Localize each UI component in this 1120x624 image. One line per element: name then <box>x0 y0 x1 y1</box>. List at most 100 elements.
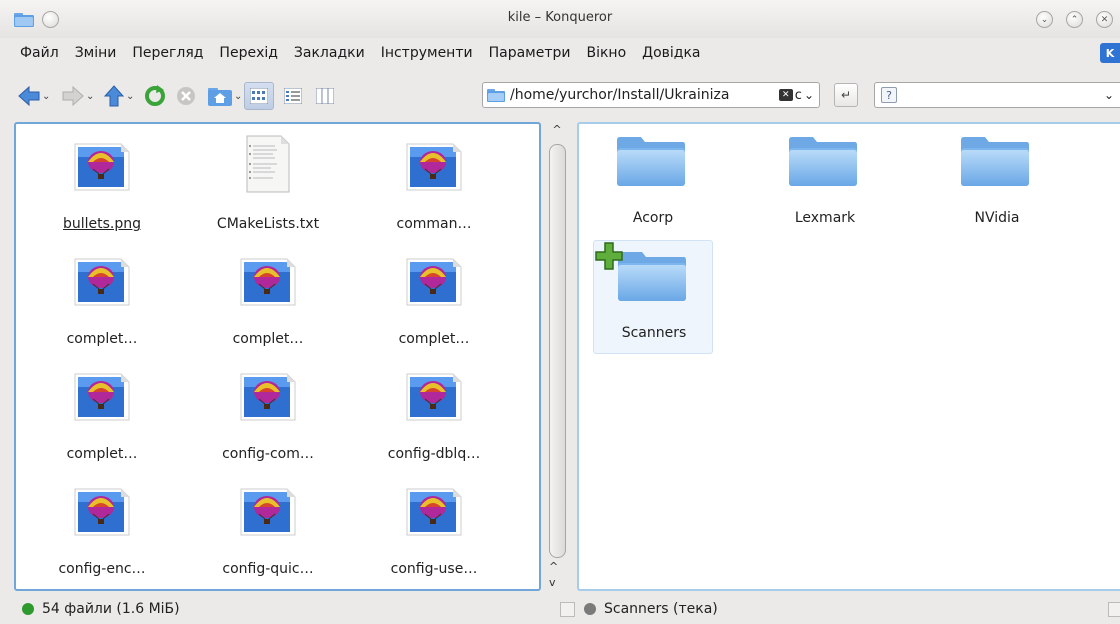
up-arrow-icon <box>104 85 124 107</box>
folder-item[interactable]: NVidia <box>937 126 1057 240</box>
kde-logo-icon: K <box>1100 43 1120 63</box>
search-input[interactable] <box>903 87 1104 103</box>
file-name: CMakeLists.txt <box>216 216 320 232</box>
link-view-checkbox[interactable] <box>1108 602 1120 617</box>
image-file-icon <box>239 257 297 311</box>
chevron-down-icon[interactable]: ⌄ <box>1104 88 1114 102</box>
chevron-down-icon[interactable]: ⌄ <box>42 91 50 102</box>
file-item[interactable]: config-dblq… <box>354 362 514 476</box>
icon-view-button[interactable] <box>244 82 274 110</box>
link-view-checkbox[interactable] <box>560 602 575 617</box>
folder-item[interactable]: Scanners <box>593 240 713 354</box>
konqueror-window: kile – Konqueror ⌄ ⌃ ✕ Файл Зміни Перегл… <box>0 0 1120 624</box>
file-item[interactable]: comman… <box>354 132 514 246</box>
chevron-down-icon[interactable]: ⌄ <box>86 91 94 102</box>
home-icon <box>208 88 232 106</box>
back-button[interactable]: ⌄ <box>18 82 50 110</box>
home-button[interactable]: ⌄ <box>208 82 242 110</box>
icon-view-icon <box>250 88 268 104</box>
stop-button[interactable] <box>176 82 196 110</box>
file-item[interactable]: config-com… <box>188 362 348 476</box>
file-item[interactable]: config-quic… <box>188 477 348 591</box>
search-provider-icon[interactable]: ? <box>881 87 897 103</box>
menu-bookmarks[interactable]: Закладки <box>294 45 365 61</box>
folder-name: NVidia <box>974 210 1020 226</box>
file-item[interactable]: bullets.png <box>22 132 182 246</box>
menu-help[interactable]: Довідка <box>642 45 700 61</box>
menu-edit[interactable]: Зміни <box>75 45 117 61</box>
menu-tools[interactable]: Інструменти <box>381 45 473 61</box>
menu-window[interactable]: Вікно <box>586 45 626 61</box>
vertical-scrollbar[interactable]: ^ ^ v <box>542 122 574 591</box>
chevron-down-icon[interactable]: ⌄ <box>234 91 242 102</box>
left-status-text: 54 файли (1.6 МіБ) <box>42 601 180 617</box>
scroll-down-icon[interactable]: v <box>549 576 556 589</box>
image-file-icon <box>405 487 463 541</box>
image-file-icon <box>73 257 131 311</box>
menu-file[interactable]: Файл <box>20 45 59 61</box>
file-item[interactable]: config-use… <box>354 477 514 591</box>
image-file-icon <box>73 142 131 196</box>
folder-name: Acorp <box>632 210 674 226</box>
file-name: config-quic… <box>222 561 314 577</box>
file-name: bullets.png <box>62 216 142 232</box>
image-file-icon <box>405 372 463 426</box>
chevron-down-icon[interactable]: ⌄ <box>126 91 134 102</box>
folder-icon <box>615 136 687 192</box>
file-name: complet… <box>66 446 138 462</box>
scroll-up-small-icon[interactable]: ^ <box>549 560 558 573</box>
file-name: complet… <box>66 331 138 347</box>
folder-item[interactable]: Acorp <box>593 126 713 240</box>
image-file-icon <box>239 372 297 426</box>
image-file-icon <box>405 257 463 311</box>
search-bar[interactable]: ? ⌄ <box>874 82 1120 108</box>
title-bar[interactable]: kile – Konqueror ⌄ ⌃ ✕ <box>0 0 1120 38</box>
file-name: complet… <box>232 331 304 347</box>
reload-button[interactable] <box>144 82 166 110</box>
stop-icon <box>177 87 195 105</box>
forward-button[interactable]: ⌄ <box>62 82 94 110</box>
image-file-icon <box>239 487 297 541</box>
details-view-icon <box>284 88 302 104</box>
text-file-icon <box>245 134 291 198</box>
image-file-icon <box>73 372 131 426</box>
column-view-icon <box>316 88 334 104</box>
file-name: config-com… <box>222 446 314 462</box>
right-status-text: Scanners (тека) <box>604 601 718 617</box>
folder-icon <box>616 251 688 307</box>
minimize-button[interactable]: ⌄ <box>1036 11 1053 28</box>
file-item[interactable]: complet… <box>188 247 348 361</box>
close-button[interactable]: ✕ <box>1096 11 1113 28</box>
file-name: complet… <box>398 331 470 347</box>
location-bar[interactable]: /home/yurchor/Install/Ukrainiza ✕ c ⌄ <box>482 82 820 108</box>
right-file-pane[interactable]: Acorp Lexmark NVidia Scanners <box>577 122 1120 591</box>
left-file-pane[interactable]: bullets.png CMakeLists.txt comman… complet…… <box>14 122 541 591</box>
file-item[interactable]: complet… <box>354 247 514 361</box>
file-name: config-dblq… <box>387 446 481 462</box>
file-item[interactable]: CMakeLists.txt <box>188 132 348 246</box>
window-title: kile – Konqueror <box>507 10 613 25</box>
menu-bar: Файл Зміни Перегляд Перехід Закладки Інс… <box>0 38 1120 68</box>
scrollbar-thumb[interactable] <box>549 144 566 558</box>
go-button[interactable]: ↵ <box>834 83 858 107</box>
details-view-button[interactable] <box>280 82 306 110</box>
menu-settings[interactable]: Параметри <box>489 45 571 61</box>
chevron-down-icon[interactable]: ⌄ <box>804 88 814 102</box>
location-overflow-text: c <box>794 87 802 103</box>
up-button[interactable]: ⌄ <box>104 82 134 110</box>
file-item[interactable]: config-enc… <box>22 477 182 591</box>
column-view-button[interactable] <box>312 82 338 110</box>
status-bar: 54 файли (1.6 МіБ) Scanners (тека) <box>0 596 1120 624</box>
file-item[interactable]: complet… <box>22 247 182 361</box>
scroll-up-icon[interactable]: ^ <box>549 122 565 136</box>
location-path[interactable]: /home/yurchor/Install/Ukrainiza <box>510 87 779 103</box>
folder-name: Lexmark <box>794 210 856 226</box>
maximize-button[interactable]: ⌃ <box>1066 11 1083 28</box>
menu-go[interactable]: Перехід <box>219 45 278 61</box>
file-item[interactable]: complet… <box>22 362 182 476</box>
menu-view[interactable]: Перегляд <box>132 45 203 61</box>
clear-location-icon[interactable]: ✕ <box>778 89 793 101</box>
go-icon: ↵ <box>840 88 852 102</box>
folder-item[interactable]: Lexmark <box>765 126 885 240</box>
forward-arrow-icon <box>62 86 84 106</box>
